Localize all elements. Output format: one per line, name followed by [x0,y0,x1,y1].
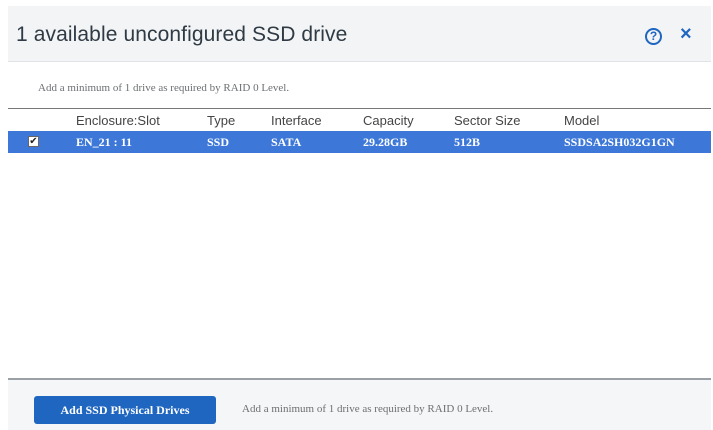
close-icon[interactable]: × [680,24,692,44]
cell-interface: SATA [271,135,302,149]
cell-sector-size: 512B [454,135,481,149]
table-header: Enclosure:Slot Type Interface Capacity S… [8,109,711,131]
row-checkbox[interactable]: ✔ [28,136,39,147]
dialog-header: 1 available unconfigured SSD drive ? × [8,6,711,62]
column-header-enclosure-slot: Enclosure:Slot [76,113,160,128]
column-header-interface: Interface [271,113,322,128]
dialog-footer: Add SSD Physical Drives Add a minimum of… [8,378,711,430]
table-row[interactable]: ✔ EN_21 : 11 SSD SATA 29.28GB 512B SSDSA… [8,131,711,153]
cell-capacity: 29.28GB [363,135,408,149]
add-ssd-physical-drives-button[interactable]: Add SSD Physical Drives [34,396,216,424]
column-header-model: Model [564,113,600,128]
dialog-title: 1 available unconfigured SSD drive [16,23,348,46]
column-header-sector-size: Sector Size [454,113,521,128]
requirement-hint: Add a minimum of 1 drive as required by … [38,82,290,94]
help-icon[interactable]: ? [645,28,662,45]
drives-table: Enclosure:Slot Type Interface Capacity S… [8,108,711,153]
column-header-capacity: Capacity [363,113,414,128]
footer-hint: Add a minimum of 1 drive as required by … [242,403,494,415]
column-header-type: Type [207,113,236,128]
cell-type: SSD [207,135,230,149]
cell-model: SSDSA2SH032G1GN [564,135,675,149]
cell-enclosure-slot: EN_21 : 11 [76,135,133,149]
add-ssd-dialog: 1 available unconfigured SSD drive ? × A… [8,6,711,430]
